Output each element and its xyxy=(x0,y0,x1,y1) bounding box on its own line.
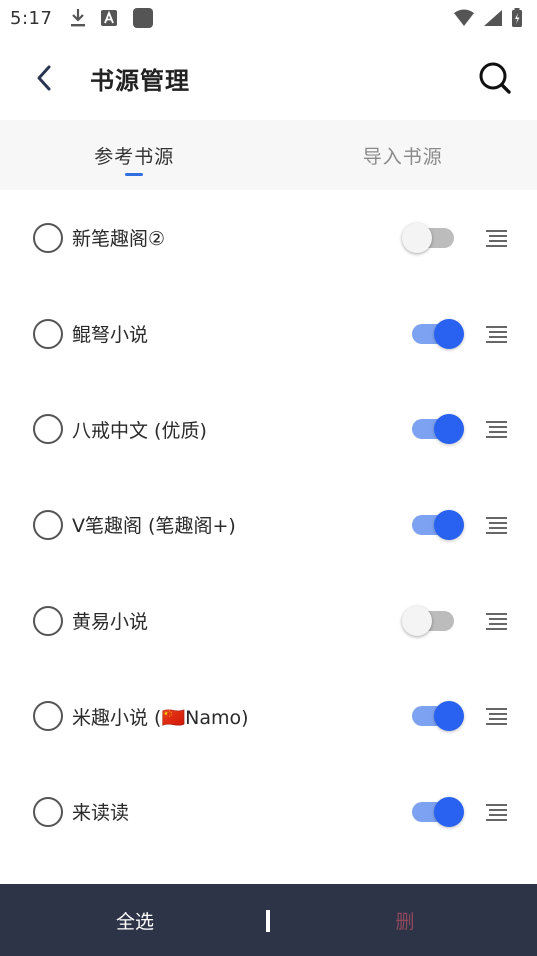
status-bar: 5:17 xyxy=(0,0,537,36)
enable-toggle[interactable] xyxy=(402,508,464,542)
select-radio[interactable] xyxy=(33,796,63,827)
enable-toggle[interactable] xyxy=(402,221,464,255)
list-item: 黄易小说 xyxy=(0,573,537,669)
select-radio[interactable] xyxy=(33,222,63,253)
list-item: 来读读 xyxy=(0,764,537,860)
select-radio[interactable] xyxy=(33,414,63,445)
source-name: 来读读 xyxy=(72,802,130,825)
wifi-icon xyxy=(453,9,475,27)
source-name: 黄易小说 xyxy=(72,611,149,634)
tab-active-indicator xyxy=(125,173,144,176)
source-name: V笔趣阁 (笔趣阁+) xyxy=(72,515,236,538)
enable-toggle[interactable] xyxy=(402,604,464,638)
delete-button[interactable]: 删 xyxy=(370,895,440,945)
enable-toggle[interactable] xyxy=(402,795,464,829)
source-name: 鲲弩小说 xyxy=(72,324,149,347)
tab-label: 参考书源 xyxy=(94,145,175,168)
tab-bar: 参考书源 导入书源 xyxy=(0,120,537,190)
select-radio[interactable] xyxy=(33,509,63,540)
select-radio[interactable] xyxy=(33,605,63,636)
list-item: V笔趣阁 (笔趣阁+) xyxy=(0,477,537,573)
drag-handle[interactable] xyxy=(480,222,512,254)
drag-handle[interactable] xyxy=(480,796,512,828)
enable-toggle[interactable] xyxy=(402,699,464,733)
select-radio[interactable] xyxy=(33,701,63,732)
system-icons xyxy=(453,8,523,28)
drag-lines-icon xyxy=(486,325,507,343)
status-time: 5:17 xyxy=(10,7,53,29)
source-list: 新笔趣阁② 鲲弩小说 八戒中文 (优质) V笔趣阁 (笔趣阁+) 黄易小说 米趣… xyxy=(0,190,537,860)
drag-handle[interactable] xyxy=(480,509,512,541)
source-name: 米趣小说 (🇨🇳Namo) xyxy=(72,706,249,729)
enable-toggle[interactable] xyxy=(402,317,464,351)
drag-handle[interactable] xyxy=(480,605,512,637)
notification-icons xyxy=(70,7,154,29)
enable-toggle[interactable] xyxy=(402,412,464,446)
drag-lines-icon xyxy=(486,229,507,247)
select-all-button[interactable]: 全选 xyxy=(92,895,178,945)
drag-lines-icon xyxy=(486,516,507,534)
back-button[interactable] xyxy=(14,48,74,108)
drag-handle[interactable] xyxy=(480,318,512,350)
download-icon xyxy=(70,8,86,28)
back-arrow-icon xyxy=(37,65,51,91)
app-bar: 书源管理 xyxy=(0,36,537,120)
delete-label: 删 xyxy=(395,910,415,933)
list-item: 鲲弩小说 xyxy=(0,286,537,382)
drag-lines-icon xyxy=(486,612,507,630)
signal-icon xyxy=(483,9,503,27)
divider xyxy=(266,910,270,932)
search-button[interactable] xyxy=(467,50,523,106)
app-square-icon xyxy=(132,7,154,29)
tab-reference-sources[interactable]: 参考书源 xyxy=(0,120,269,190)
bottom-action-bar: 全选 删 xyxy=(0,884,537,956)
drag-lines-icon xyxy=(486,803,507,821)
tab-label: 导入书源 xyxy=(362,145,443,168)
text-a-icon xyxy=(100,9,118,27)
list-item: 八戒中文 (优质) xyxy=(0,381,537,477)
drag-handle[interactable] xyxy=(480,700,512,732)
drag-lines-icon xyxy=(486,421,507,439)
tab-imported-sources[interactable]: 导入书源 xyxy=(269,120,537,190)
select-radio[interactable] xyxy=(33,318,63,349)
battery-icon xyxy=(511,8,523,28)
select-all-label: 全选 xyxy=(115,910,154,933)
drag-lines-icon xyxy=(486,708,507,726)
drag-handle[interactable] xyxy=(480,413,512,445)
page-title: 书源管理 xyxy=(90,66,190,95)
search-icon xyxy=(479,62,511,94)
source-name: 八戒中文 (优质) xyxy=(72,419,207,442)
list-item: 新笔趣阁② xyxy=(0,190,537,286)
source-name: 新笔趣阁② xyxy=(72,228,166,251)
list-item: 米趣小说 (🇨🇳Namo) xyxy=(0,668,537,764)
